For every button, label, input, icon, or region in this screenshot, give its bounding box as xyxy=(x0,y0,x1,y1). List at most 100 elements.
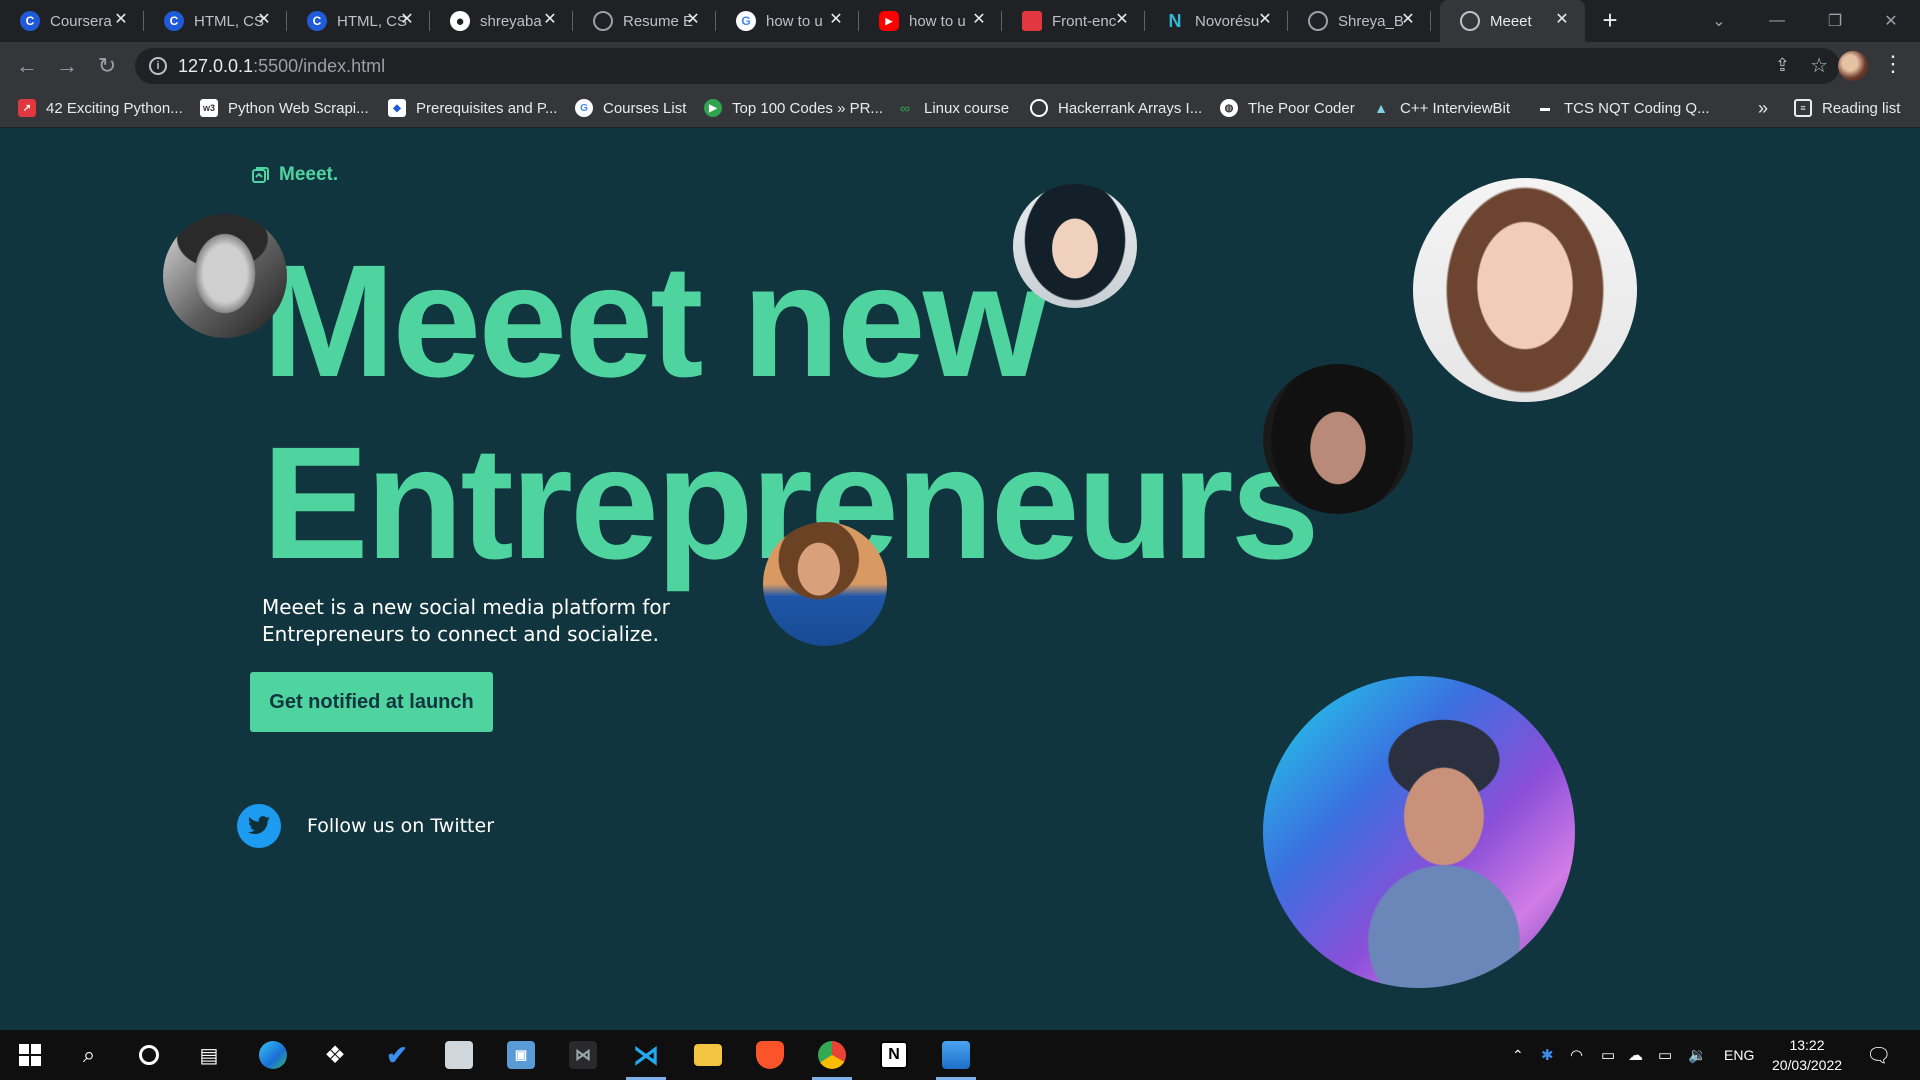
tab-search-icon[interactable]: ⌄ xyxy=(1690,0,1748,42)
bookmark-item[interactable]: ▬ TCS NQT Coding Q... xyxy=(1536,90,1710,126)
globe-icon: ◍ xyxy=(1220,99,1238,117)
bookmark-star-icon[interactable]: ☆ xyxy=(1810,53,1828,78)
close-tab-icon[interactable]: ✕ xyxy=(112,11,130,29)
show-hidden-icons[interactable]: ⌃ xyxy=(1512,1030,1524,1080)
bookmark-favicon-icon: ↗ xyxy=(18,99,36,117)
notification-center-icon[interactable]: 🗨 xyxy=(1866,1030,1891,1080)
new-tab-button[interactable]: + xyxy=(1597,7,1623,34)
twitter-icon[interactable] xyxy=(237,804,281,848)
dropbox-icon[interactable]: ❖ xyxy=(310,1030,360,1080)
frontend-mentor-icon xyxy=(1022,11,1042,31)
todo-icon[interactable]: ✔ xyxy=(372,1030,422,1080)
bookmark-item[interactable]: ∞ Linux course xyxy=(896,90,1009,126)
tab-novoresume[interactable]: N Novorésu ✕ xyxy=(1145,0,1288,42)
google-icon: G xyxy=(575,99,593,117)
site-info-icon[interactable]: i xyxy=(149,57,167,75)
bluetooth-icon[interactable]: ✱ xyxy=(1541,1030,1554,1080)
minimize-icon[interactable]: — xyxy=(1748,0,1806,42)
close-window-icon[interactable]: ✕ xyxy=(1862,0,1920,42)
search-icon[interactable]: ⌕ xyxy=(64,1030,114,1080)
twitter-follow-link[interactable]: Follow us on Twitter xyxy=(237,804,494,848)
avatar-man-neon xyxy=(1263,676,1575,988)
bookmark-favicon-icon: ◆ xyxy=(388,99,406,117)
cortana-icon[interactable] xyxy=(124,1030,174,1080)
tab-coursera[interactable]: C Coursera ✕ xyxy=(0,0,144,42)
bookmark-item[interactable]: ↗ 42 Exciting Python... xyxy=(18,90,183,126)
predator-icon[interactable]: ⋈ xyxy=(558,1030,608,1080)
close-tab-icon[interactable]: ✕ xyxy=(1113,11,1131,29)
bookmark-item[interactable]: ▶ Top 100 Codes » PR... xyxy=(704,90,883,126)
avatar-woman-glasses xyxy=(763,522,887,646)
bookmarks-overflow-button[interactable]: » xyxy=(1758,90,1768,126)
close-tab-icon[interactable]: ✕ xyxy=(684,11,702,29)
restore-icon[interactable]: ❐ xyxy=(1806,0,1864,42)
chrome-icon[interactable] xyxy=(807,1030,857,1080)
close-tab-icon[interactable]: ✕ xyxy=(1553,11,1571,29)
outlook-icon[interactable]: ▣ xyxy=(496,1030,546,1080)
twitter-label[interactable]: Follow us on Twitter xyxy=(307,815,494,837)
profile-avatar[interactable] xyxy=(1838,51,1868,81)
notion-icon[interactable]: N xyxy=(869,1030,919,1080)
meet-now-icon[interactable]: ▭ xyxy=(1601,1030,1615,1080)
share-icon[interactable]: ⇪ xyxy=(1775,55,1790,76)
onedrive-icon[interactable]: ☁ xyxy=(1628,1030,1643,1080)
close-tab-icon[interactable]: ✕ xyxy=(827,11,845,29)
avatar-woman-redhead xyxy=(1413,178,1637,402)
bookmark-item[interactable]: w3 Python Web Scrapi... xyxy=(200,90,369,126)
get-notified-button[interactable]: Get notified at launch xyxy=(250,672,493,732)
file-explorer-icon[interactable] xyxy=(683,1030,733,1080)
avatar-woman-shadow xyxy=(1263,364,1413,514)
vscode-icon[interactable]: ⋊ xyxy=(621,1030,671,1080)
coursera-icon: C xyxy=(164,11,184,31)
edge-icon[interactable] xyxy=(248,1030,298,1080)
bookmark-item[interactable]: ◆ Prerequisites and P... xyxy=(388,90,557,126)
tab-html-css-2[interactable]: C HTML, CS ✕ xyxy=(287,0,430,42)
tab-resume[interactable]: Resume E ✕ xyxy=(573,0,716,42)
logo[interactable]: Meeet. xyxy=(250,164,338,186)
close-tab-icon[interactable]: ✕ xyxy=(255,11,273,29)
language-indicator[interactable]: ENG xyxy=(1724,1030,1754,1080)
tab-frontend-mentor[interactable]: Front-enc ✕ xyxy=(1002,0,1145,42)
tab-github[interactable]: ● shreyaba ✕ xyxy=(430,0,573,42)
wifi-icon[interactable]: ◠ xyxy=(1570,1030,1583,1080)
bookmark-favicon-icon: ▶ xyxy=(704,99,722,117)
tab-meeet[interactable]: Meeet ✕ xyxy=(1440,0,1585,42)
close-tab-icon[interactable]: ✕ xyxy=(541,11,559,29)
tab-google-search[interactable]: G how to u ✕ xyxy=(716,0,859,42)
browser-toolbar: ← → ↻ i 127.0.0.1:5500/index.html ⇪ ☆ ⋮ xyxy=(0,42,1920,90)
reading-list-button[interactable]: ≡ Reading list xyxy=(1794,90,1900,126)
reload-icon[interactable]: ↻ xyxy=(93,52,121,80)
tab-html-css-1[interactable]: C HTML, CS ✕ xyxy=(144,0,287,42)
bookmark-item[interactable]: Hackerrank Arrays I... xyxy=(1030,90,1202,126)
forward-icon[interactable]: → xyxy=(53,52,81,80)
google-icon: G xyxy=(736,11,756,31)
hero-subtitle: Meeet is a new social media platform for… xyxy=(262,595,670,646)
task-view-icon[interactable]: ▤ xyxy=(184,1030,234,1080)
bookmark-item[interactable]: ▲ C++ InterviewBit xyxy=(1372,90,1510,126)
reading-list-icon: ≡ xyxy=(1794,99,1812,117)
interviewbit-icon: ▲ xyxy=(1374,100,1388,116)
volume-icon[interactable]: 🔉 xyxy=(1688,1030,1707,1080)
avatar-man-bw xyxy=(163,214,287,338)
close-tab-icon[interactable]: ✕ xyxy=(970,11,988,29)
coursera-icon: C xyxy=(20,11,40,31)
url-text[interactable]: 127.0.0.1:5500/index.html xyxy=(178,56,385,77)
close-tab-icon[interactable]: ✕ xyxy=(1256,11,1274,29)
bookmark-item[interactable]: ◍ The Poor Coder xyxy=(1220,90,1355,126)
photos-icon[interactable] xyxy=(931,1030,981,1080)
kebab-menu-icon[interactable]: ⋮ xyxy=(1882,51,1904,77)
windows-start-icon[interactable] xyxy=(5,1030,55,1080)
logo-text: Meeet. xyxy=(279,164,339,185)
close-tab-icon[interactable]: ✕ xyxy=(398,11,416,29)
address-bar[interactable]: i 127.0.0.1:5500/index.html ⇪ ☆ xyxy=(135,48,1840,84)
clock[interactable]: 13:22 20/03/2022 xyxy=(1762,1035,1852,1075)
close-tab-icon[interactable]: ✕ xyxy=(1399,11,1417,29)
app-icon[interactable] xyxy=(434,1030,484,1080)
tab-youtube[interactable]: ▶ how to u ✕ xyxy=(859,0,1002,42)
tab-shreya[interactable]: Shreya_B ✕ xyxy=(1288,0,1431,42)
battery-icon[interactable]: ▭ xyxy=(1658,1030,1672,1080)
bookmark-item[interactable]: G Courses List xyxy=(575,90,686,126)
brave-icon[interactable] xyxy=(745,1030,795,1080)
back-icon[interactable]: ← xyxy=(13,52,41,80)
globe-icon xyxy=(1308,11,1328,31)
